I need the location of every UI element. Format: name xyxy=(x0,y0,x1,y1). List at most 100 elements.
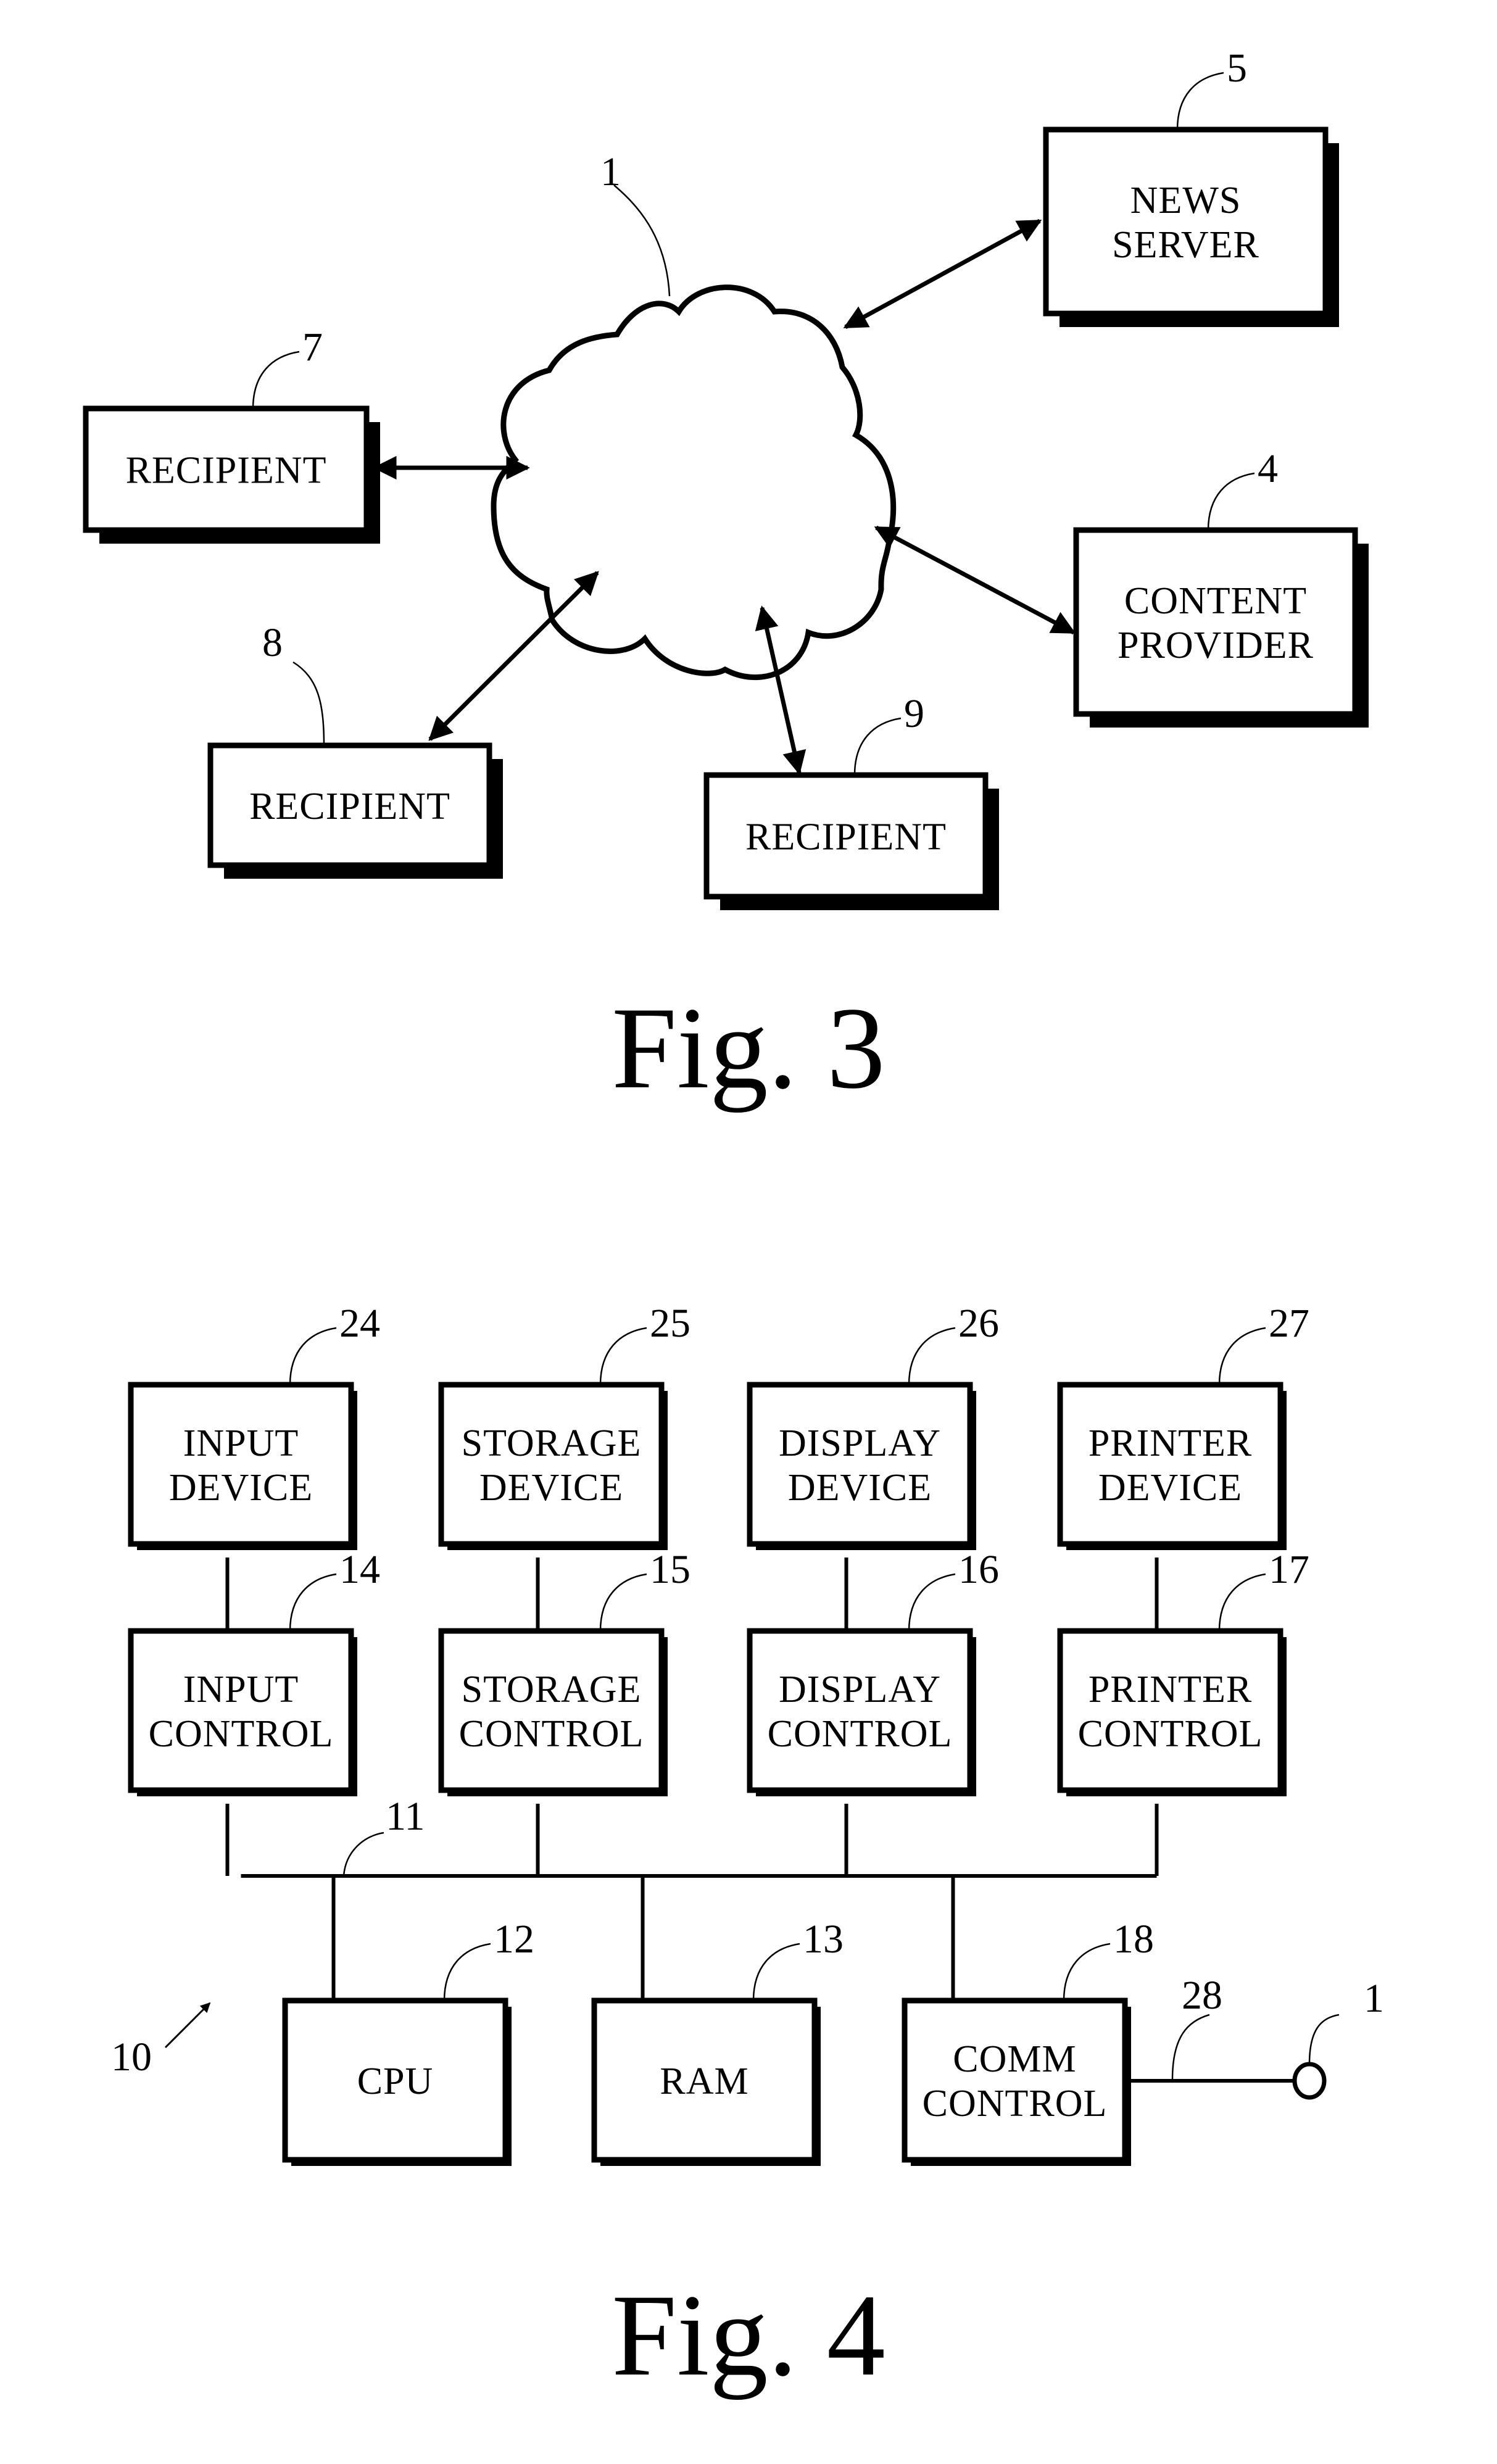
device-box-leader-line xyxy=(599,1327,647,1385)
control-box-ref-number: 14 xyxy=(339,1547,380,1592)
figure-4: INPUTDEVICE24INPUTCONTROL14STORAGEDEVICE… xyxy=(111,1301,1384,2400)
core-box-leader-line xyxy=(443,1943,491,2001)
node-recipient-8-label-line: RECIPIENT xyxy=(249,786,450,828)
device-box-leader-line xyxy=(1218,1327,1266,1385)
device-box-frame xyxy=(128,1382,354,1547)
device-box-ref-number: 24 xyxy=(339,1301,380,1346)
control-box-ref-number: 17 xyxy=(1269,1547,1309,1592)
core-box-leader-line xyxy=(1063,1943,1111,2001)
core-box-label-line: CONTROL xyxy=(923,2083,1108,2125)
leader-line-bus xyxy=(342,1831,384,1877)
control-box-label-line: CONTROL xyxy=(1078,1713,1263,1755)
node-content-provider-leader-line xyxy=(1207,472,1255,531)
device-box-frame xyxy=(1057,1382,1283,1547)
node-recipient-7: RECIPIENT 7 xyxy=(83,325,380,544)
control-box-label-line: CONTROL xyxy=(768,1713,953,1755)
device-box-ref-number: 26 xyxy=(958,1301,999,1346)
control-box-label-line: CONTROL xyxy=(459,1713,644,1755)
control-box: DISPLAYCONTROL 16 xyxy=(747,1547,999,1796)
control-box-frame xyxy=(128,1628,354,1793)
node-content-provider-label-line: CONTENT xyxy=(1124,580,1307,622)
node-news-server-frame xyxy=(1043,127,1329,317)
figure-4-caption: Fig. 4 xyxy=(612,2271,885,2400)
device-box: INPUTDEVICE 24 xyxy=(128,1301,380,1550)
device-box-label-line: DEVICE xyxy=(169,1467,313,1509)
control-box-label-line: PRINTER xyxy=(1089,1669,1252,1711)
ref-number-network: 1 xyxy=(600,149,621,194)
device-box-label-line: DEVICE xyxy=(479,1467,623,1509)
control-box-label-line: STORAGE xyxy=(462,1669,642,1711)
control-box-leader-line xyxy=(1218,1573,1266,1632)
node-news-server-ref-number: 5 xyxy=(1227,46,1247,91)
leader-line-network xyxy=(613,185,671,297)
core-box-ref-number: 18 xyxy=(1113,1917,1154,1962)
device-box-label-line: STORAGE xyxy=(462,1422,642,1464)
device-box-leader-line xyxy=(908,1327,956,1385)
node-news-server: NEWSSERVER 5 xyxy=(1043,46,1339,327)
node-recipient-7-label-line: RECIPIENT xyxy=(126,450,327,492)
node-news-server-label-line: NEWS xyxy=(1130,180,1242,222)
node-news-server-label-line: SERVER xyxy=(1112,224,1259,266)
device-box: STORAGEDEVICE 25 xyxy=(438,1301,690,1550)
leader-line-network-line xyxy=(1171,2014,1210,2080)
device-box: DISPLAYDEVICE 26 xyxy=(747,1301,999,1550)
connection-content-provider xyxy=(874,525,1076,635)
node-recipient-8-ref-number: 8 xyxy=(262,620,283,665)
node-recipient-9: RECIPIENT 9 xyxy=(703,691,999,910)
control-box-ref-number: 15 xyxy=(650,1547,690,1592)
figure-3: 1 NEWSSERVER5CONTENTPROVIDER4RECIPIENT7R… xyxy=(83,46,1369,1113)
core-box-ref-number: 13 xyxy=(803,1917,844,1962)
ref-number-network-line: 28 xyxy=(1182,1973,1222,2018)
control-box: INPUTCONTROL 14 xyxy=(128,1547,380,1796)
control-box: PRINTERCONTROL 17 xyxy=(1057,1547,1309,1796)
device-box-label-line: PRINTER xyxy=(1089,1422,1252,1464)
core-box-ref-number: 12 xyxy=(494,1917,534,1962)
control-box-label-line: DISPLAY xyxy=(779,1669,941,1711)
core-box-frame xyxy=(902,1997,1128,2163)
core-box-label-line: COMM xyxy=(953,2038,1076,2080)
control-box-leader-line xyxy=(908,1573,956,1632)
node-recipient-9-leader-line xyxy=(853,717,902,776)
device-box-ref-number: 27 xyxy=(1269,1301,1309,1346)
node-content-provider-label-line: PROVIDER xyxy=(1118,624,1314,666)
control-box-ref-number: 16 xyxy=(958,1547,999,1592)
leader-line-network-terminal xyxy=(1308,2014,1340,2065)
device-box-label-line: DEVICE xyxy=(788,1467,932,1509)
core-box-leader-line xyxy=(752,1943,800,2001)
node-content-provider: CONTENTPROVIDER 4 xyxy=(1073,446,1369,728)
control-box-leader-line xyxy=(599,1573,647,1632)
core-box: CPU 12 xyxy=(282,1917,534,2166)
core-box-label-line: RAM xyxy=(660,2060,748,2102)
control-box-frame xyxy=(438,1628,665,1793)
node-content-provider-ref-number: 4 xyxy=(1258,446,1278,491)
connection-recipient-8 xyxy=(428,571,599,741)
connection-news-server xyxy=(843,218,1042,330)
core-box: RAM 13 xyxy=(591,1917,844,2166)
network-terminal-icon xyxy=(1292,2062,1327,2100)
node-recipient-8-leader-line xyxy=(292,661,325,746)
device-box-leader-line xyxy=(289,1327,337,1385)
node-recipient-8: RECIPIENT 8 xyxy=(207,620,503,879)
patent-figures: 1 NEWSSERVER5CONTENTPROVIDER4RECIPIENT7R… xyxy=(83,46,1384,2400)
core-box-label-line: CPU xyxy=(357,2060,434,2102)
device-box: PRINTERDEVICE 27 xyxy=(1057,1301,1309,1550)
node-recipient-7-ref-number: 7 xyxy=(302,325,323,370)
ref-number-system: 10 xyxy=(111,2035,152,2080)
system-pointer-arrow xyxy=(164,2002,211,2049)
control-box: STORAGECONTROL 15 xyxy=(438,1547,690,1796)
control-box-label-line: INPUT xyxy=(183,1669,299,1711)
device-box-label-line: DEVICE xyxy=(1098,1467,1242,1509)
device-box-label-line: DISPLAY xyxy=(779,1422,941,1464)
node-recipient-9-label-line: RECIPIENT xyxy=(745,816,947,858)
node-recipient-7-leader-line xyxy=(252,351,300,409)
core-box: COMMCONTROL 18 xyxy=(902,1917,1154,2166)
control-box-frame xyxy=(1057,1628,1283,1793)
node-content-provider-frame xyxy=(1073,527,1358,717)
device-box-frame xyxy=(747,1382,973,1547)
ref-number-network-terminal: 1 xyxy=(1364,1976,1384,2021)
control-box-label-line: CONTROL xyxy=(149,1713,334,1755)
device-box-ref-number: 25 xyxy=(650,1301,690,1346)
control-box-frame xyxy=(747,1628,973,1793)
figure-3-caption: Fig. 3 xyxy=(612,984,885,1113)
node-news-server-leader-line xyxy=(1176,72,1224,130)
